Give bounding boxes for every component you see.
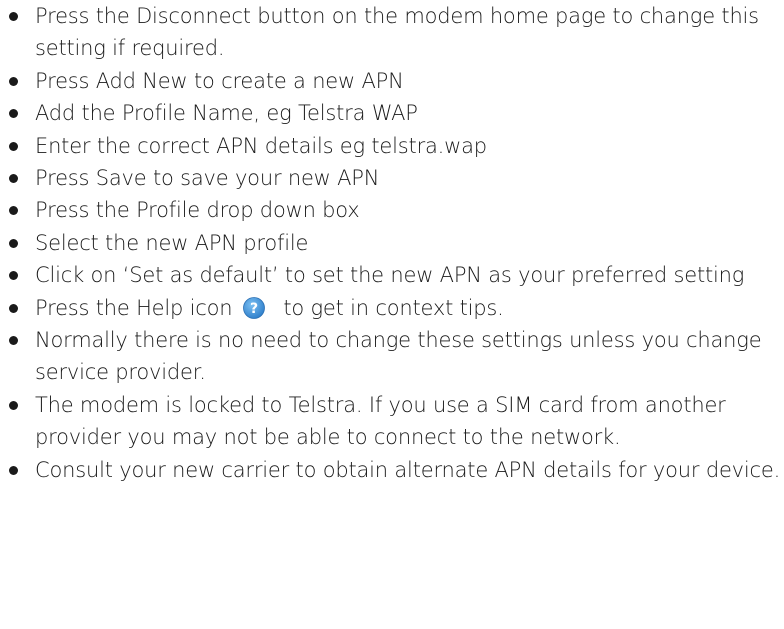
list-item: Press Save to save your new APN — [0, 162, 784, 194]
list-item: Consult your new carrier to obtain alter… — [0, 454, 784, 486]
tip-text: Consult your new carrier to obtain alter… — [35, 457, 781, 482]
bullet-icon — [9, 465, 18, 475]
list-item: Press Add New to create a new APN — [0, 65, 784, 97]
tip-text: Normally there is no need to change thes… — [35, 328, 762, 385]
tip-text: Add the Profile Name, eg Telstra WAP — [35, 101, 418, 126]
tip-text: Press Save to save your new APN — [35, 166, 380, 191]
list-item: Select the new APN profile — [0, 227, 784, 259]
bullet-icon — [9, 12, 18, 21]
bullet-icon — [9, 141, 18, 151]
bullet-icon — [9, 76, 18, 86]
tip-text: The modem is locked to Telstra. If you u… — [35, 392, 726, 450]
list-item: Enter the correct APN details eg telstra… — [0, 130, 784, 162]
tip-text-before: Press the Help icon — [35, 295, 233, 320]
tip-text: Select the new APN profile — [35, 230, 309, 255]
list-item: Click on ‘Set as default’ to set the new… — [0, 259, 784, 291]
list-item: The modem is locked to Telstra. If you u… — [0, 389, 784, 454]
tips-list: Press the Disconnect button on the modem… — [0, 0, 784, 486]
bullet-icon — [9, 303, 18, 313]
list-item: Press the Profile drop down box — [0, 194, 784, 226]
list-item: Add the Profile Name, eg Telstra WAP — [0, 97, 784, 129]
bullet-icon — [9, 206, 18, 216]
tip-text: Click on ‘Set as default’ to set the new… — [35, 263, 745, 288]
list-item: Press the Disconnect button on the modem… — [0, 0, 784, 65]
bullet-icon — [9, 174, 18, 184]
tip-text: Press the Profile drop down box — [35, 198, 360, 223]
bullet-icon — [9, 400, 18, 410]
svg-text:?: ? — [250, 301, 258, 317]
tip-text: Enter the correct APN details eg telstra… — [35, 133, 487, 158]
help-question-icon: ? — [242, 296, 265, 319]
tips-page: Press the Disconnect button on the modem… — [0, 0, 784, 629]
list-item: Normally there is no need to change thes… — [0, 324, 784, 389]
bullet-icon — [9, 109, 18, 119]
bullet-icon — [9, 238, 18, 248]
tip-text-after: to get in context tips. — [283, 295, 504, 320]
bullet-icon — [9, 336, 18, 346]
tip-text: Press the Disconnect button on the modem… — [35, 4, 759, 61]
tip-text: Press Add New to create a new APN — [35, 68, 404, 93]
bullet-icon — [9, 271, 18, 281]
list-item: Press the Help icon ? to get in context … — [0, 292, 784, 324]
